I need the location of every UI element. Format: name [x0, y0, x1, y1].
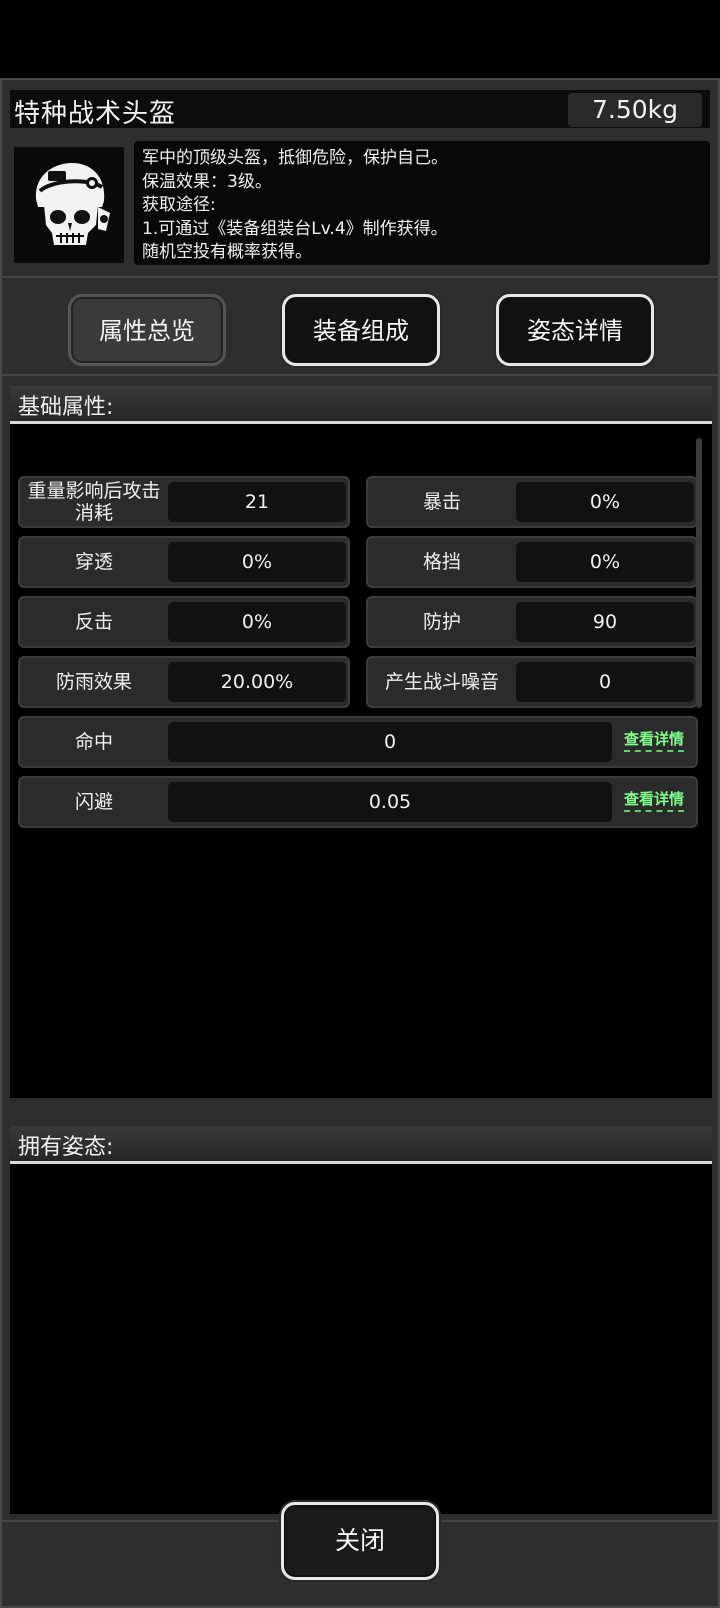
stat-value: 0 — [516, 662, 694, 702]
stat-penetration: 穿透 0% — [18, 536, 350, 588]
description-line: 军中的顶级头盔，抵御危险，保护自己。 — [142, 148, 448, 168]
divider — [2, 374, 718, 376]
description-line: 保温效果：3级。 — [142, 171, 272, 192]
stat-value: 0% — [168, 602, 346, 642]
item-detail-dialog: 特种战术头盔 7.50kg 军中的顶级头盔，抵御危险，保护自己。 保温效果：3级… — [0, 78, 720, 1608]
helmet-skull-icon — [14, 147, 124, 263]
stances-panel[interactable]: 拥有姿态: — [10, 1126, 712, 1514]
stat-hit: 命中 0 查看详情 — [18, 716, 698, 768]
item-weight: 7.50kg — [568, 93, 702, 127]
divider — [2, 276, 718, 278]
stat-block: 格挡 0% — [366, 536, 698, 588]
stat-label: 穿透 — [74, 551, 113, 573]
tab-stance-details[interactable]: 姿态详情 — [496, 294, 654, 366]
item-name: 特种战术头盔 — [14, 99, 177, 129]
section-title: 基础属性: — [18, 395, 114, 420]
stat-value: 0% — [516, 482, 694, 522]
stat-value: 21 — [168, 482, 346, 522]
stat-value: 0% — [516, 542, 694, 582]
stat-protection: 防护 90 — [366, 596, 698, 648]
stat-value: 90 — [516, 602, 694, 642]
section-title: 拥有姿态: — [18, 1135, 114, 1160]
description-line: 获取途径: — [142, 195, 216, 215]
stat-dodge: 闪避 0.05 查看详情 — [18, 776, 698, 828]
stat-combat-noise: 产生战斗噪音 0 — [366, 656, 698, 708]
item-header: 特种战术头盔 7.50kg — [10, 90, 710, 129]
basic-attributes-header: 基础属性: — [10, 386, 712, 424]
close-button[interactable]: 关闭 — [281, 1502, 439, 1580]
description-line: 1.可通过《装备组装台Lv.4》制作获得。 — [142, 218, 448, 239]
stat-value: 0 — [168, 722, 612, 762]
stat-critical: 暴击 0% — [366, 476, 698, 528]
tab-attribute-overview[interactable]: 属性总览 — [68, 294, 226, 366]
stat-label: 暴击 — [422, 491, 461, 513]
view-details-link[interactable]: 查看详情 — [623, 788, 684, 812]
stat-label: 格挡 — [422, 551, 461, 573]
stat-value: 0% — [168, 542, 346, 582]
description-line: 随机空投有概率获得。 — [142, 242, 312, 262]
stat-counterattack: 反击 0% — [18, 596, 350, 648]
stat-label: 闪避 — [74, 791, 113, 813]
basic-attributes-panel[interactable]: 基础属性: 重量影响后攻击消耗 21 暴击 0% 穿透 0% 格挡 0% 反击 … — [10, 386, 712, 1098]
stat-label: 命中 — [74, 731, 113, 753]
item-description: 军中的顶级头盔，抵御危险，保护自己。 保温效果：3级。 获取途径: 1.可通过《… — [134, 141, 710, 265]
stat-label: 反击 — [74, 611, 113, 633]
stances-header: 拥有姿态: — [10, 1126, 712, 1164]
stat-label: 重量影响后攻击消耗 — [27, 480, 161, 524]
stat-label: 防护 — [422, 611, 461, 633]
tab-equipment-composition[interactable]: 装备组成 — [282, 294, 440, 366]
stat-value: 0.05 — [168, 782, 612, 822]
stat-label: 防雨效果 — [55, 671, 132, 693]
stat-value: 20.00% — [168, 662, 346, 702]
stat-label: 产生战斗噪音 — [384, 671, 499, 693]
view-details-link[interactable]: 查看详情 — [623, 728, 684, 752]
stat-weight-attack-cost: 重量影响后攻击消耗 21 — [18, 476, 350, 528]
stat-rain-protection: 防雨效果 20.00% — [18, 656, 350, 708]
